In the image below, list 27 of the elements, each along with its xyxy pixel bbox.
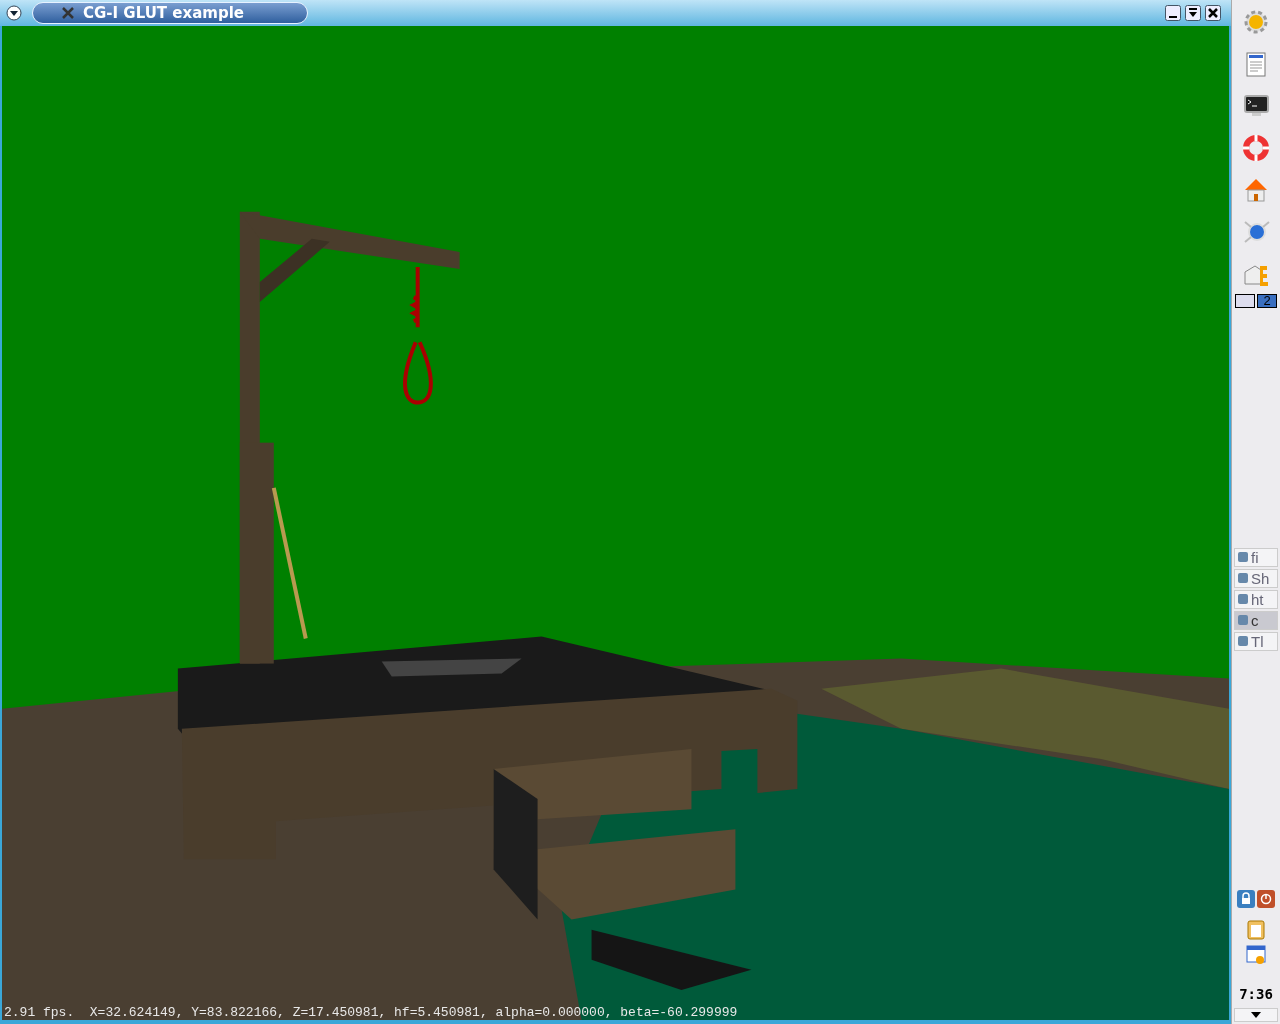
desktop-button[interactable] bbox=[1235, 294, 1255, 308]
taskbar-button[interactable]: c bbox=[1234, 610, 1278, 630]
clock[interactable]: 7:36 bbox=[1239, 986, 1273, 1002]
window-title: CG-I GLUT example bbox=[83, 4, 244, 22]
desktop-button[interactable]: 2 bbox=[1257, 294, 1277, 308]
window-menu-icon[interactable] bbox=[6, 5, 22, 21]
taskbar-button[interactable]: ht bbox=[1234, 589, 1278, 609]
lifebuoy-icon[interactable] bbox=[1242, 134, 1270, 162]
taskbar-button[interactable]: Sh bbox=[1234, 568, 1278, 588]
x-icon bbox=[61, 6, 75, 20]
taskbar-button[interactable]: fi bbox=[1234, 547, 1278, 567]
clipboard-icon[interactable] bbox=[1245, 918, 1267, 940]
app-icon bbox=[1237, 614, 1249, 626]
app-icon bbox=[1237, 635, 1249, 647]
scroll-down-arrow-icon[interactable] bbox=[1251, 1012, 1261, 1018]
minimize-button[interactable] bbox=[1165, 5, 1182, 21]
close-button[interactable] bbox=[1205, 5, 1222, 21]
app-icon bbox=[1237, 572, 1249, 584]
lock-button[interactable] bbox=[1237, 890, 1255, 908]
app-icon bbox=[1237, 551, 1249, 563]
shade-button[interactable] bbox=[1185, 5, 1202, 21]
calendar-icon[interactable] bbox=[1245, 944, 1267, 966]
status-text: 2.91 fps. X=32.624149, Y=83.822166, Z=17.450981, hf=5.450981, alpha=0.000000, beta=-60.299999 bbox=[4, 1005, 738, 1020]
globe-icon[interactable] bbox=[1242, 218, 1270, 246]
app-icon bbox=[1237, 593, 1249, 605]
taskbar-button[interactable]: Tl bbox=[1234, 631, 1278, 651]
logout-button[interactable] bbox=[1257, 890, 1275, 908]
